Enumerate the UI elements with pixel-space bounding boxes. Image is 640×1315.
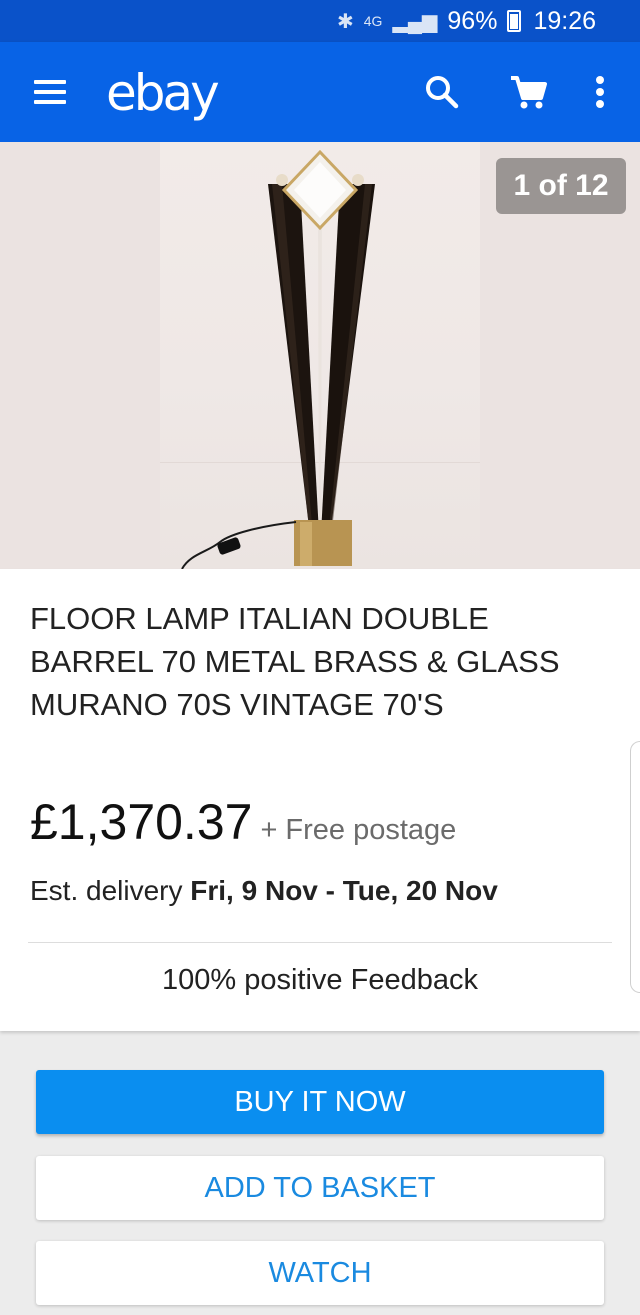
- app-bar: ebay: [0, 42, 640, 142]
- status-bar: ✱ 4G ▂▄▆ 96% 19:26: [0, 0, 640, 42]
- product-photo[interactable]: [160, 142, 480, 569]
- clock: 19:26: [533, 6, 596, 35]
- price-row: £1,370.37 + Free postage: [30, 793, 456, 851]
- bluetooth-icon: ✱: [337, 10, 354, 33]
- ebay-logo[interactable]: ebay: [106, 64, 220, 122]
- battery-percent: 96%: [447, 6, 498, 35]
- watch-button[interactable]: WATCH: [36, 1241, 604, 1305]
- postage-info: + Free postage: [260, 814, 457, 846]
- seller-feedback[interactable]: 100% positive Feedback: [0, 964, 640, 997]
- search-icon[interactable]: [422, 72, 462, 112]
- delivery-dates: Fri, 9 Nov - Tue, 20 Nov: [190, 875, 498, 906]
- listing-price: £1,370.37: [30, 794, 253, 850]
- battery-icon: [507, 10, 522, 32]
- buy-it-now-button[interactable]: BUY IT NOW: [36, 1070, 604, 1134]
- signal-icon: ▂▄▆: [392, 10, 438, 33]
- delivery-label: Est. delivery: [30, 875, 191, 906]
- menu-icon[interactable]: [34, 80, 66, 104]
- listing-details-card: FLOOR LAMP ITALIAN DOUBLE BARREL 70 META…: [0, 569, 640, 1031]
- listing-title: FLOOR LAMP ITALIAN DOUBLE BARREL 70 META…: [30, 601, 560, 722]
- image-counter-badge: 1 of 12: [496, 158, 626, 214]
- estimated-delivery: Est. delivery Fri, 9 Nov - Tue, 20 Nov: [30, 875, 498, 907]
- add-to-basket-button[interactable]: ADD TO BASKET: [36, 1156, 604, 1220]
- cart-icon[interactable]: [508, 72, 548, 112]
- more-icon[interactable]: [580, 72, 620, 112]
- product-image-gallery[interactable]: 1 of 12: [0, 142, 640, 569]
- side-drawer-handle[interactable]: [630, 741, 640, 993]
- network-type: 4G: [363, 13, 383, 29]
- divider: [28, 942, 612, 943]
